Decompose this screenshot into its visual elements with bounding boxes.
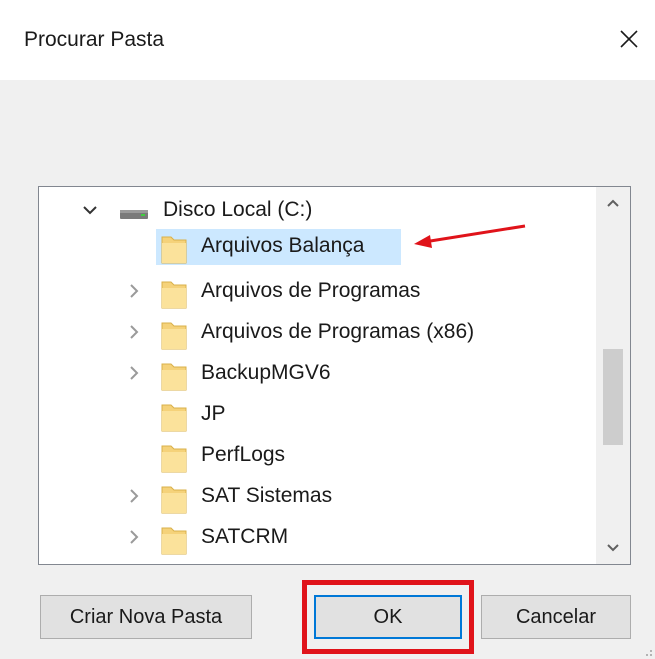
chevron-right-icon[interactable]	[123, 485, 145, 507]
chevron-right-icon[interactable]	[123, 526, 145, 548]
folder-icon	[161, 363, 187, 391]
folder-icon	[161, 236, 187, 264]
resize-grip-icon[interactable]	[641, 645, 653, 657]
tree-item-label: Arquivos de Programas	[201, 279, 421, 302]
folder-icon	[161, 281, 187, 309]
tree-item-folder[interactable]: SATCRM	[39, 520, 595, 556]
tree-item-label: PerfLogs	[201, 443, 286, 466]
tree-item-folder[interactable]: BackupMGV6	[39, 356, 595, 392]
vertical-scrollbar[interactable]	[596, 187, 630, 564]
tree-item-folder[interactable]: JP	[39, 397, 595, 433]
folder-icon	[161, 527, 187, 555]
ok-button[interactable]: OK	[314, 595, 462, 639]
chevron-right-icon[interactable]	[123, 280, 145, 302]
tree-item-folder[interactable]: SAT Sistemas	[39, 479, 595, 515]
folder-icon	[161, 404, 187, 432]
dialog-title: Procurar Pasta	[24, 28, 165, 51]
tree-item-label: Arquivos Balança	[201, 234, 365, 257]
folder-icon	[161, 486, 187, 514]
folder-icon	[161, 445, 187, 473]
close-icon	[620, 30, 638, 48]
title-bar: Procurar Pasta	[0, 0, 655, 80]
tree-item-label: Arquivos de Programas (x86)	[201, 320, 475, 343]
drive-icon	[120, 210, 148, 219]
tree-item-folder[interactable]: Arquivos de Programas (x86)	[39, 315, 595, 351]
tree-item-label: BackupMGV6	[201, 361, 331, 384]
scroll-thumb[interactable]	[603, 349, 623, 445]
folder-tree[interactable]: Disco Local (C:) Arquivos Balança Arquiv…	[38, 186, 631, 565]
tree-item-label: SAT Sistemas	[201, 484, 333, 507]
create-folder-button[interactable]: Criar Nova Pasta	[40, 595, 252, 639]
chevron-down-icon[interactable]	[79, 199, 101, 221]
chevron-down-icon	[607, 544, 619, 552]
chevron-right-icon[interactable]	[123, 321, 145, 343]
folder-icon	[161, 322, 187, 350]
tree-item-label: JP	[201, 402, 226, 425]
scroll-down-button[interactable]	[596, 530, 630, 564]
tree-item-label: Disco Local (C:)	[163, 198, 313, 221]
tree-item-folder[interactable]: PerfLogs	[39, 438, 595, 474]
cancel-button[interactable]: Cancelar	[481, 595, 631, 639]
chevron-up-icon	[607, 199, 619, 207]
browse-folder-dialog: Procurar Pasta Disco Local (C:) Arquivos…	[0, 0, 655, 659]
annotation-arrow-icon	[414, 224, 526, 248]
tree-item-label: SATCRM	[201, 525, 289, 548]
close-button[interactable]	[606, 16, 650, 60]
chevron-right-icon[interactable]	[123, 362, 145, 384]
tree-item-folder[interactable]: Arquivos de Programas	[39, 274, 595, 310]
scroll-up-button[interactable]	[596, 187, 630, 221]
